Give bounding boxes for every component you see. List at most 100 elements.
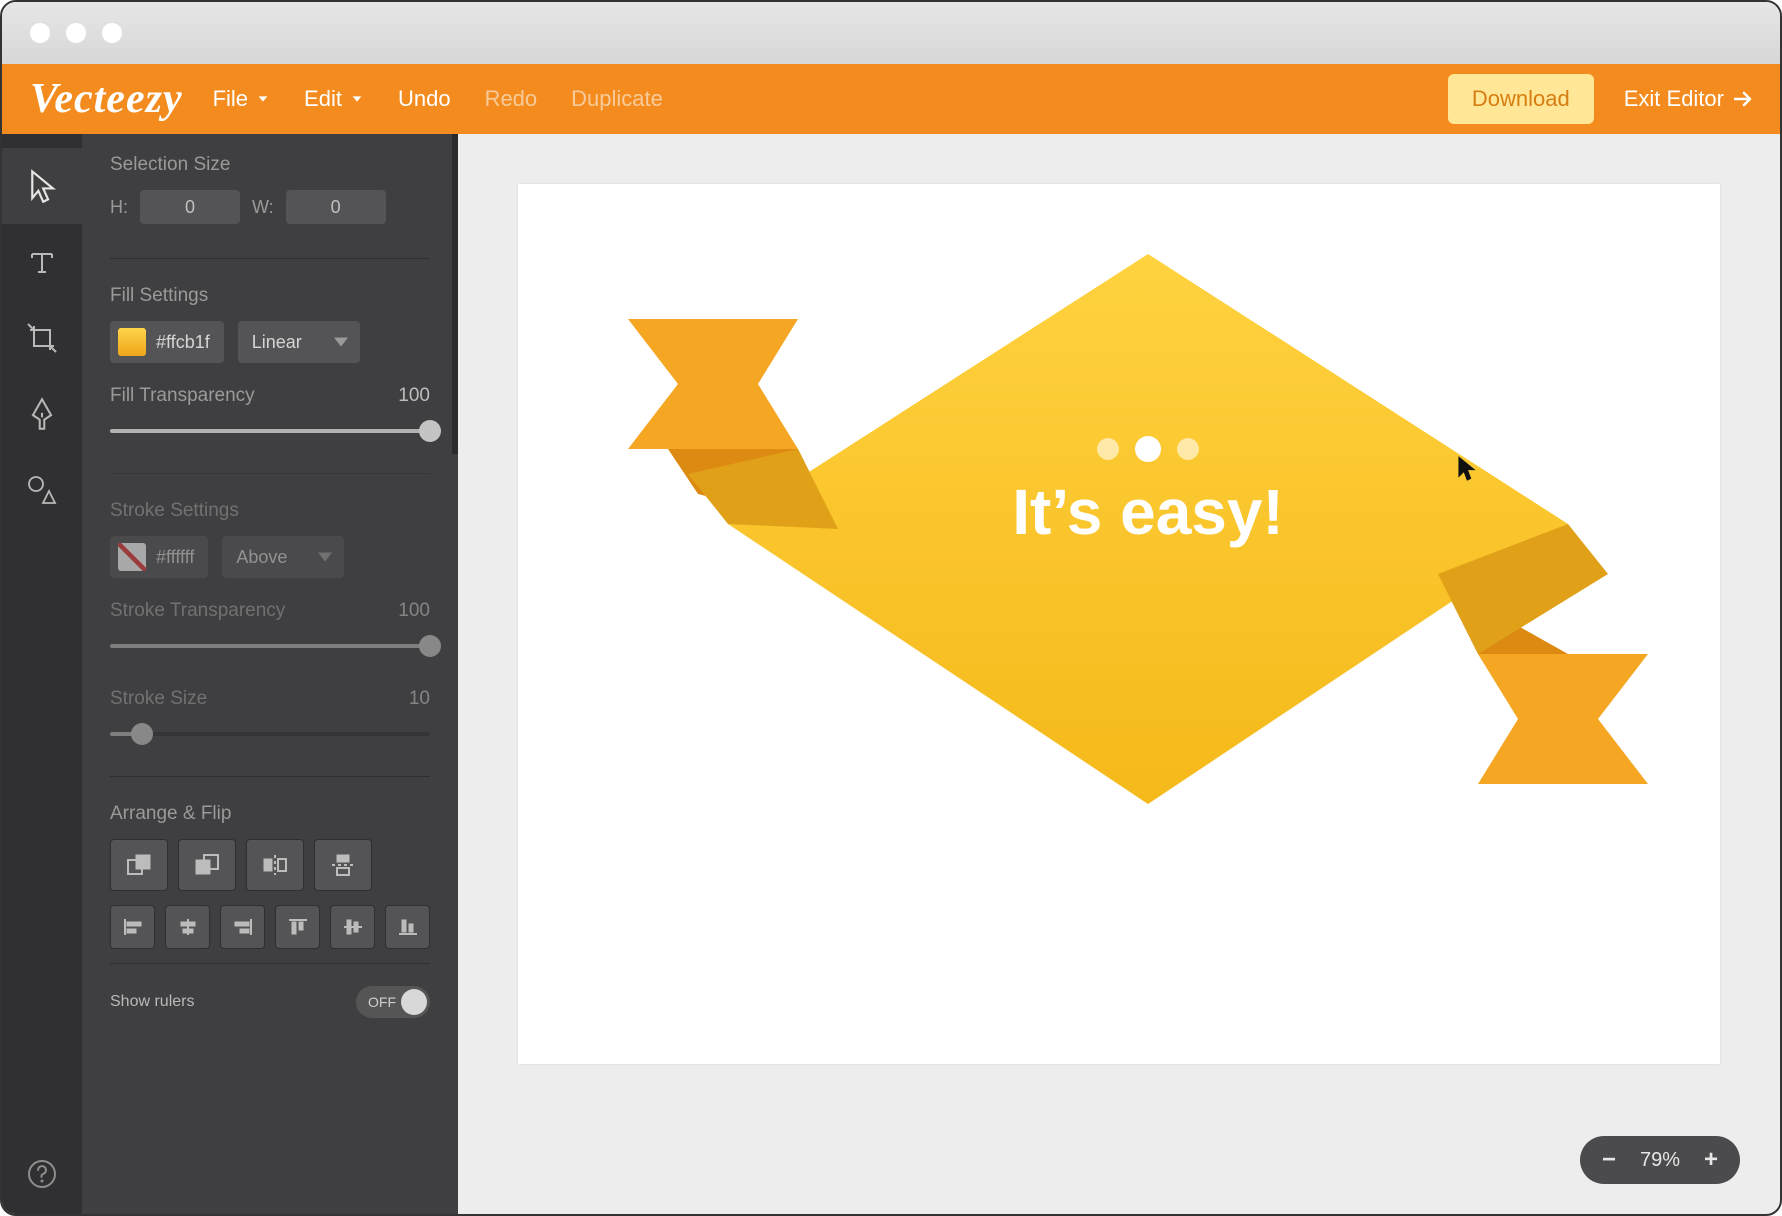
align-bottom-button[interactable] — [385, 905, 430, 949]
stroke-transparency-slider[interactable] — [110, 632, 430, 660]
width-input[interactable] — [286, 190, 386, 224]
fill-mode-value: Linear — [252, 332, 302, 353]
properties-panel: Selection Size H: W: Fill Settings #ffcb… — [82, 134, 458, 1214]
main-menu: File Edit Undo Redo Duplicate — [213, 86, 663, 112]
align-right-icon — [232, 917, 254, 937]
stroke-size-label: Stroke Size — [110, 688, 207, 710]
align-top-button[interactable] — [275, 905, 320, 949]
help-icon — [27, 1159, 57, 1189]
send-backward-button[interactable] — [178, 839, 236, 891]
canvas-area: It’s easy! − 79% + — [458, 134, 1780, 1214]
fill-color-swatch[interactable]: #ffcb1f — [110, 321, 224, 363]
menu-redo[interactable]: Redo — [485, 86, 538, 112]
tool-crop[interactable] — [2, 300, 82, 376]
selection-size-label: Selection Size — [110, 154, 430, 176]
window-control-minimize[interactable] — [66, 23, 86, 43]
stroke-settings-group: Stroke Settings #ffffff Above Stroke Tra… — [110, 473, 430, 748]
stroke-transparency-value: 100 — [398, 600, 430, 622]
stroke-settings-label: Stroke Settings — [110, 500, 430, 522]
bring-forward-button[interactable] — [110, 839, 168, 891]
window-control-close[interactable] — [30, 23, 50, 43]
rulers-toggle-state: OFF — [368, 994, 396, 1010]
zoom-value: 79% — [1640, 1149, 1680, 1172]
stroke-color-swatch[interactable]: #ffffff — [110, 536, 208, 578]
rulers-label: Show rulers — [110, 993, 194, 1011]
menu-undo-label: Undo — [398, 86, 451, 112]
fill-settings-label: Fill Settings — [110, 285, 430, 307]
fill-transparency-label: Fill Transparency — [110, 385, 255, 407]
height-label: H: — [110, 197, 128, 218]
slider-thumb[interactable] — [419, 635, 441, 657]
tool-text[interactable] — [2, 224, 82, 300]
flip-vertical-button[interactable] — [314, 839, 372, 891]
chevron-down-icon — [256, 92, 270, 106]
flip-horizontal-button[interactable] — [246, 839, 304, 891]
flip-vertical-icon — [329, 853, 357, 877]
tool-pen[interactable] — [2, 376, 82, 452]
help-button[interactable] — [2, 1134, 82, 1214]
exit-editor-button[interactable]: Exit Editor — [1624, 86, 1752, 112]
align-center-v-icon — [342, 917, 364, 937]
arrow-right-icon — [1734, 91, 1752, 107]
rulers-row: Show rulers OFF — [110, 963, 430, 1018]
download-button[interactable]: Download — [1448, 74, 1594, 124]
canvas[interactable]: It’s easy! — [518, 184, 1720, 1064]
app-header: Vecteezy File Edit Undo Redo Duplicate D… — [2, 64, 1780, 134]
stroke-size-slider[interactable] — [110, 720, 430, 748]
crop-icon — [26, 322, 58, 354]
align-left-icon — [122, 917, 144, 937]
menu-file-label: File — [213, 86, 248, 112]
toggle-knob — [401, 989, 427, 1015]
zoom-out-button[interactable]: − — [1602, 1146, 1616, 1174]
menu-duplicate-label: Duplicate — [571, 86, 663, 112]
menu-duplicate[interactable]: Duplicate — [571, 86, 663, 112]
artwork-text: It’s easy! — [1012, 476, 1284, 548]
menu-file[interactable]: File — [213, 86, 270, 112]
download-button-label: Download — [1472, 86, 1570, 111]
align-center-h-button[interactable] — [165, 905, 210, 949]
app-window: Vecteezy File Edit Undo Redo Duplicate D… — [0, 0, 1782, 1216]
fill-settings-group: Fill Settings #ffcb1f Linear Fill Transp… — [110, 258, 430, 445]
flip-horizontal-icon — [261, 853, 289, 877]
window-control-maximize[interactable] — [102, 23, 122, 43]
menu-edit[interactable]: Edit — [304, 86, 364, 112]
fill-transparency-value: 100 — [398, 385, 430, 407]
zoom-in-button[interactable]: + — [1704, 1146, 1718, 1174]
zoom-control: − 79% + — [1580, 1136, 1740, 1184]
tool-select[interactable] — [2, 148, 82, 224]
rulers-toggle[interactable]: OFF — [356, 986, 430, 1018]
brand-logo: Vecteezy — [30, 75, 183, 123]
selection-size-row: H: W: — [110, 190, 430, 224]
shapes-icon — [25, 473, 59, 507]
tool-rail — [2, 134, 82, 1214]
send-backward-icon — [193, 853, 221, 877]
stroke-color-preview-icon — [118, 543, 146, 571]
width-label: W: — [252, 197, 274, 218]
cursor-icon — [27, 169, 57, 203]
stroke-size-value: 10 — [409, 688, 430, 710]
height-input[interactable] — [140, 190, 240, 224]
artwork[interactable]: It’s easy! — [608, 224, 1668, 844]
chevron-down-icon — [350, 92, 364, 106]
align-right-button[interactable] — [220, 905, 265, 949]
fill-color-hex: #ffcb1f — [156, 332, 210, 353]
menu-undo[interactable]: Undo — [398, 86, 451, 112]
align-center-v-button[interactable] — [330, 905, 375, 949]
stroke-color-hex: #ffffff — [156, 547, 194, 568]
stroke-transparency-label: Stroke Transparency — [110, 600, 285, 622]
slider-thumb[interactable] — [131, 723, 153, 745]
bring-forward-icon — [125, 853, 153, 877]
window-titlebar — [2, 2, 1780, 64]
app-body: Selection Size H: W: Fill Settings #ffcb… — [2, 134, 1780, 1214]
text-icon — [26, 246, 58, 278]
tool-shapes[interactable] — [2, 452, 82, 528]
fill-mode-select[interactable]: Linear — [238, 321, 360, 363]
menu-redo-label: Redo — [485, 86, 538, 112]
slider-thumb[interactable] — [419, 420, 441, 442]
mouse-cursor-icon — [1454, 454, 1480, 489]
align-center-h-icon — [177, 917, 199, 937]
stroke-position-select[interactable]: Above — [222, 536, 344, 578]
fill-transparency-slider[interactable] — [110, 417, 430, 445]
align-bottom-icon — [397, 917, 419, 937]
align-left-button[interactable] — [110, 905, 155, 949]
